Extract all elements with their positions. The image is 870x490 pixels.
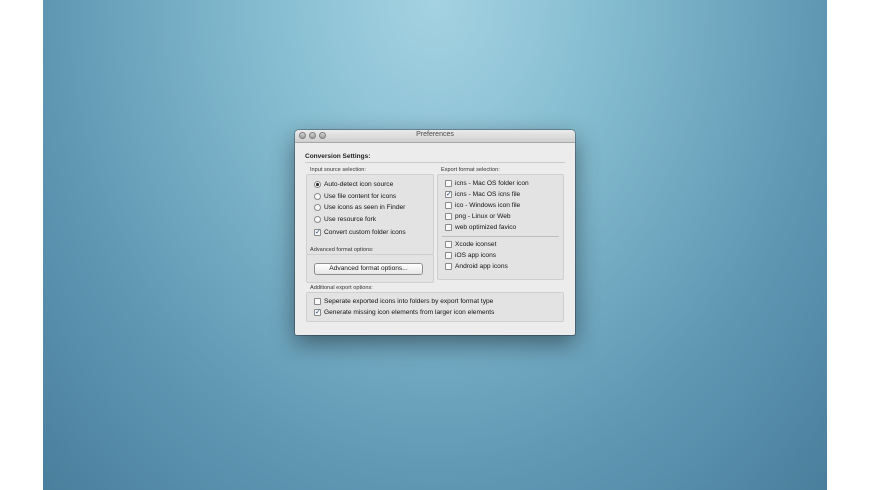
export-divider — [442, 236, 559, 237]
checkbox[interactable] — [445, 202, 452, 209]
checkbox-label: Seperate exported icons into folders by … — [324, 298, 494, 305]
export-format-group: icns - Mac OS folder icon ✓ icns - Mac O… — [437, 174, 564, 280]
checkbox[interactable] — [445, 180, 452, 187]
checkbox-label: Android app icons — [455, 263, 508, 270]
checkbox[interactable] — [445, 263, 452, 270]
radio-button[interactable] — [314, 181, 321, 188]
window-title: Preferences — [416, 131, 454, 138]
advanced-format-options-button[interactable]: Advanced format options... — [314, 263, 423, 275]
checkbox-label: Xcode iconset — [455, 241, 497, 248]
radio-button[interactable] — [314, 204, 321, 211]
radio-label: Auto-detect icon source — [324, 181, 394, 188]
export-ico-checkbox[interactable]: ico - Windows icon file — [445, 201, 520, 210]
separate-folders-checkbox[interactable]: Seperate exported icons into folders by … — [314, 297, 493, 306]
titlebar: Preferences — [295, 130, 575, 143]
radio-label: Use resource fork — [324, 215, 377, 223]
export-android-app-icons-checkbox[interactable]: Android app icons — [445, 262, 508, 271]
export-format-label: Export format selection: — [441, 167, 500, 173]
generate-missing-elements-checkbox[interactable]: ✓ Generate missing icon elements from la… — [314, 308, 494, 317]
export-icns-folder-checkbox[interactable]: icns - Mac OS folder icon — [445, 179, 529, 188]
conversion-settings-heading: Conversion Settings: — [305, 153, 371, 160]
export-ios-app-icons-checkbox[interactable]: iOS app icons — [445, 251, 496, 260]
heading-divider — [305, 162, 565, 163]
radio-label: Use icons as seen in Finder — [324, 204, 406, 211]
export-xcode-iconset-checkbox[interactable]: Xcode iconset — [445, 240, 496, 249]
advanced-format-label: Advanced format options: — [310, 247, 374, 253]
checkbox-label: icns - Mac OS folder icon — [455, 180, 529, 187]
export-favico-checkbox[interactable]: web optimized favico — [445, 223, 516, 232]
checkbox[interactable] — [445, 241, 452, 248]
additional-export-label: Additional export options: — [310, 285, 373, 291]
radio-button[interactable] — [314, 192, 321, 200]
checkbox[interactable] — [445, 252, 452, 259]
checkbox[interactable] — [314, 298, 321, 305]
checkbox-label: ico - Windows icon file — [455, 202, 521, 209]
checkbox[interactable] — [445, 224, 452, 231]
radio-button[interactable] — [314, 215, 321, 223]
convert-custom-folder-icons-checkbox[interactable]: ✓ Convert custom folder icons — [314, 228, 406, 237]
radio-file-content[interactable]: Use file content for icons — [314, 192, 396, 201]
checkbox-label: Convert custom folder icons — [324, 229, 406, 236]
checkbox[interactable]: ✓ — [314, 309, 321, 316]
checkbox[interactable]: ✓ — [445, 191, 452, 198]
checkbox-label: iOS app icons — [455, 252, 497, 259]
additional-export-group: Seperate exported icons into folders by … — [306, 292, 564, 322]
preferences-window: Preferences Conversion Settings: Input s… — [295, 130, 575, 335]
checkbox-label: icns - Mac OS icns file — [455, 191, 521, 198]
preferences-content: Conversion Settings: Input source select… — [295, 143, 575, 335]
radio-auto-detect[interactable]: Auto-detect icon source — [314, 180, 393, 189]
input-source-group: Auto-detect icon source Use file content… — [306, 174, 434, 255]
radio-finder-icons[interactable]: Use icons as seen in Finder — [314, 203, 405, 212]
checkbox-label: web optimized favico — [455, 224, 517, 231]
checkbox[interactable]: ✓ — [314, 229, 321, 236]
checkbox-label: png - Linux or Web — [455, 213, 511, 220]
export-icns-file-checkbox[interactable]: ✓ icns - Mac OS icns file — [445, 190, 520, 199]
radio-resource-fork[interactable]: Use resource fork — [314, 215, 376, 224]
input-source-label: Input source selection: — [310, 167, 366, 173]
checkbox[interactable] — [445, 213, 452, 220]
checkbox-label: Generate missing icon elements from larg… — [324, 309, 495, 316]
export-png-checkbox[interactable]: png - Linux or Web — [445, 212, 511, 221]
radio-label: Use file content for icons — [324, 192, 397, 200]
